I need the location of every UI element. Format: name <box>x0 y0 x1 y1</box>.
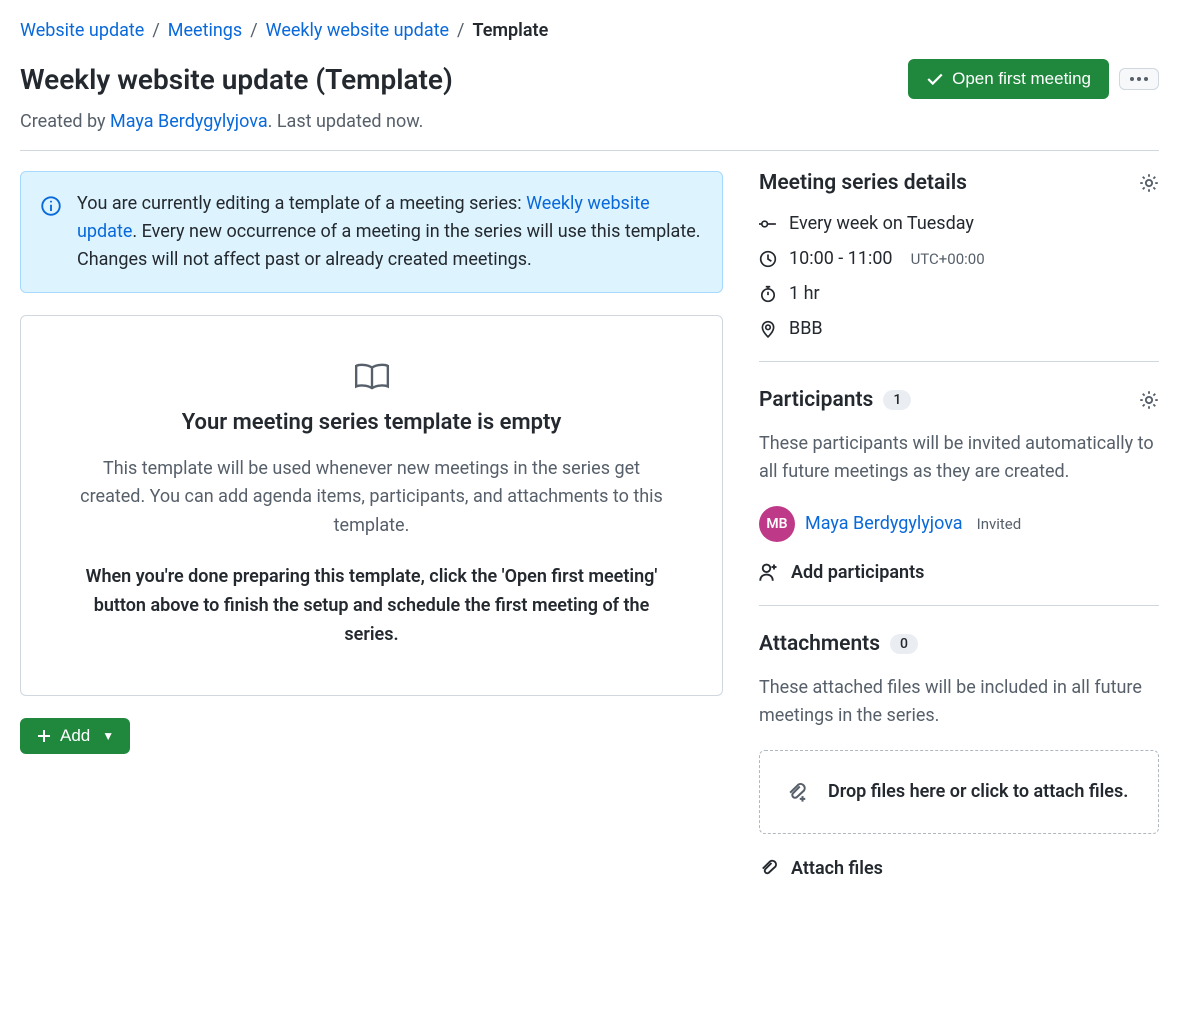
breadcrumb-separator: / <box>152 20 159 41</box>
detail-recurrence: Every week on Tuesday <box>759 213 1159 234</box>
dots-icon <box>1130 77 1148 81</box>
participants-section: Participants 1 These participants will b… <box>759 388 1159 606</box>
attachments-count: 0 <box>890 634 918 654</box>
breadcrumb-current: Template <box>472 20 548 41</box>
participant-row: MB Maya Berdygylyjova Invited <box>759 506 1159 542</box>
open-first-meeting-button[interactable]: Open first meeting <box>908 59 1109 99</box>
breadcrumb: Website update / Meetings / Weekly websi… <box>20 20 1159 41</box>
participants-title: Participants <box>759 388 873 412</box>
info-alert: You are currently editing a template of … <box>20 171 723 293</box>
details-settings-button[interactable] <box>1139 173 1159 194</box>
attachments-section: Attachments 0 These attached files will … <box>759 632 1159 901</box>
add-person-icon <box>759 562 779 582</box>
add-button[interactable]: Add ▼ <box>20 718 130 754</box>
participant-name-link[interactable]: Maya Berdygylyjova <box>805 513 963 534</box>
empty-template-panel: Your meeting series template is empty Th… <box>20 315 723 697</box>
updated-suffix: . Last updated now. <box>268 111 424 132</box>
breadcrumb-separator: / <box>250 20 257 41</box>
add-participants-button[interactable]: Add participants <box>759 562 1159 583</box>
time-text: 10:00 - 11:00 <box>789 248 893 269</box>
recurrence-icon <box>759 213 777 234</box>
avatar: MB <box>759 506 795 542</box>
caret-down-icon: ▼ <box>102 729 114 743</box>
open-first-meeting-label: Open first meeting <box>952 69 1091 89</box>
breadcrumb-link-meetings[interactable]: Meetings <box>168 20 242 41</box>
meeting-details-section: Meeting series details Every week on Tue… <box>759 171 1159 362</box>
header-actions: Open first meeting <box>908 59 1159 99</box>
location-text: BBB <box>789 318 823 339</box>
participants-count: 1 <box>883 390 911 410</box>
divider <box>20 150 1159 151</box>
paperclip-icon <box>759 858 779 878</box>
stopwatch-icon <box>759 283 777 304</box>
created-by-prefix: Created by <box>20 111 110 132</box>
clock-icon <box>759 248 777 269</box>
gear-icon <box>1139 390 1159 410</box>
more-actions-button[interactable] <box>1119 68 1159 90</box>
attach-files-label: Attach files <box>791 858 883 879</box>
location-icon <box>759 318 777 339</box>
attachments-description: These attached files will be included in… <box>759 674 1159 730</box>
dropzone-text: Drop files here or click to attach files… <box>828 781 1132 802</box>
info-icon <box>41 192 61 274</box>
participants-description: These participants will be invited autom… <box>759 430 1159 486</box>
alert-text: You are currently editing a template of … <box>77 190 702 274</box>
alert-text-after: . Every new occurrence of a meeting in t… <box>77 221 701 270</box>
participants-settings-button[interactable] <box>1139 390 1159 411</box>
detail-time: 10:00 - 11:00 UTC+00:00 <box>759 248 1159 269</box>
recurrence-text: Every week on Tuesday <box>789 213 974 234</box>
book-icon <box>71 362 672 392</box>
participant-status: Invited <box>977 515 1022 533</box>
alert-text-before: You are currently editing a template of … <box>77 193 526 214</box>
attachments-title: Attachments <box>759 632 880 656</box>
add-button-label: Add <box>60 726 90 746</box>
gear-icon <box>1139 173 1159 193</box>
meta-line: Created by Maya Berdygylyjova. Last upda… <box>20 111 1159 132</box>
details-title: Meeting series details <box>759 171 967 195</box>
empty-instruction: When you're done preparing this template… <box>71 563 672 649</box>
empty-description: This template will be used whenever new … <box>71 455 672 541</box>
breadcrumb-link-series[interactable]: Weekly website update <box>266 20 449 41</box>
page-title: Weekly website update (Template) <box>20 63 453 96</box>
check-icon <box>926 70 944 88</box>
breadcrumb-link-root[interactable]: Website update <box>20 20 144 41</box>
page-header: Weekly website update (Template) Open fi… <box>20 59 1159 99</box>
timezone-text: UTC+00:00 <box>911 250 985 268</box>
add-participants-label: Add participants <box>791 562 924 583</box>
attach-files-button[interactable]: Attach files <box>759 858 1159 879</box>
duration-text: 1 hr <box>789 283 820 304</box>
attachments-dropzone[interactable]: Drop files here or click to attach files… <box>759 750 1159 834</box>
plus-icon <box>36 728 52 744</box>
detail-location: BBB <box>759 318 1159 339</box>
breadcrumb-separator: / <box>457 20 464 41</box>
detail-duration: 1 hr <box>759 283 1159 304</box>
attach-plus-icon <box>786 781 808 803</box>
empty-title: Your meeting series template is empty <box>71 410 672 435</box>
author-link[interactable]: Maya Berdygylyjova <box>110 111 268 132</box>
